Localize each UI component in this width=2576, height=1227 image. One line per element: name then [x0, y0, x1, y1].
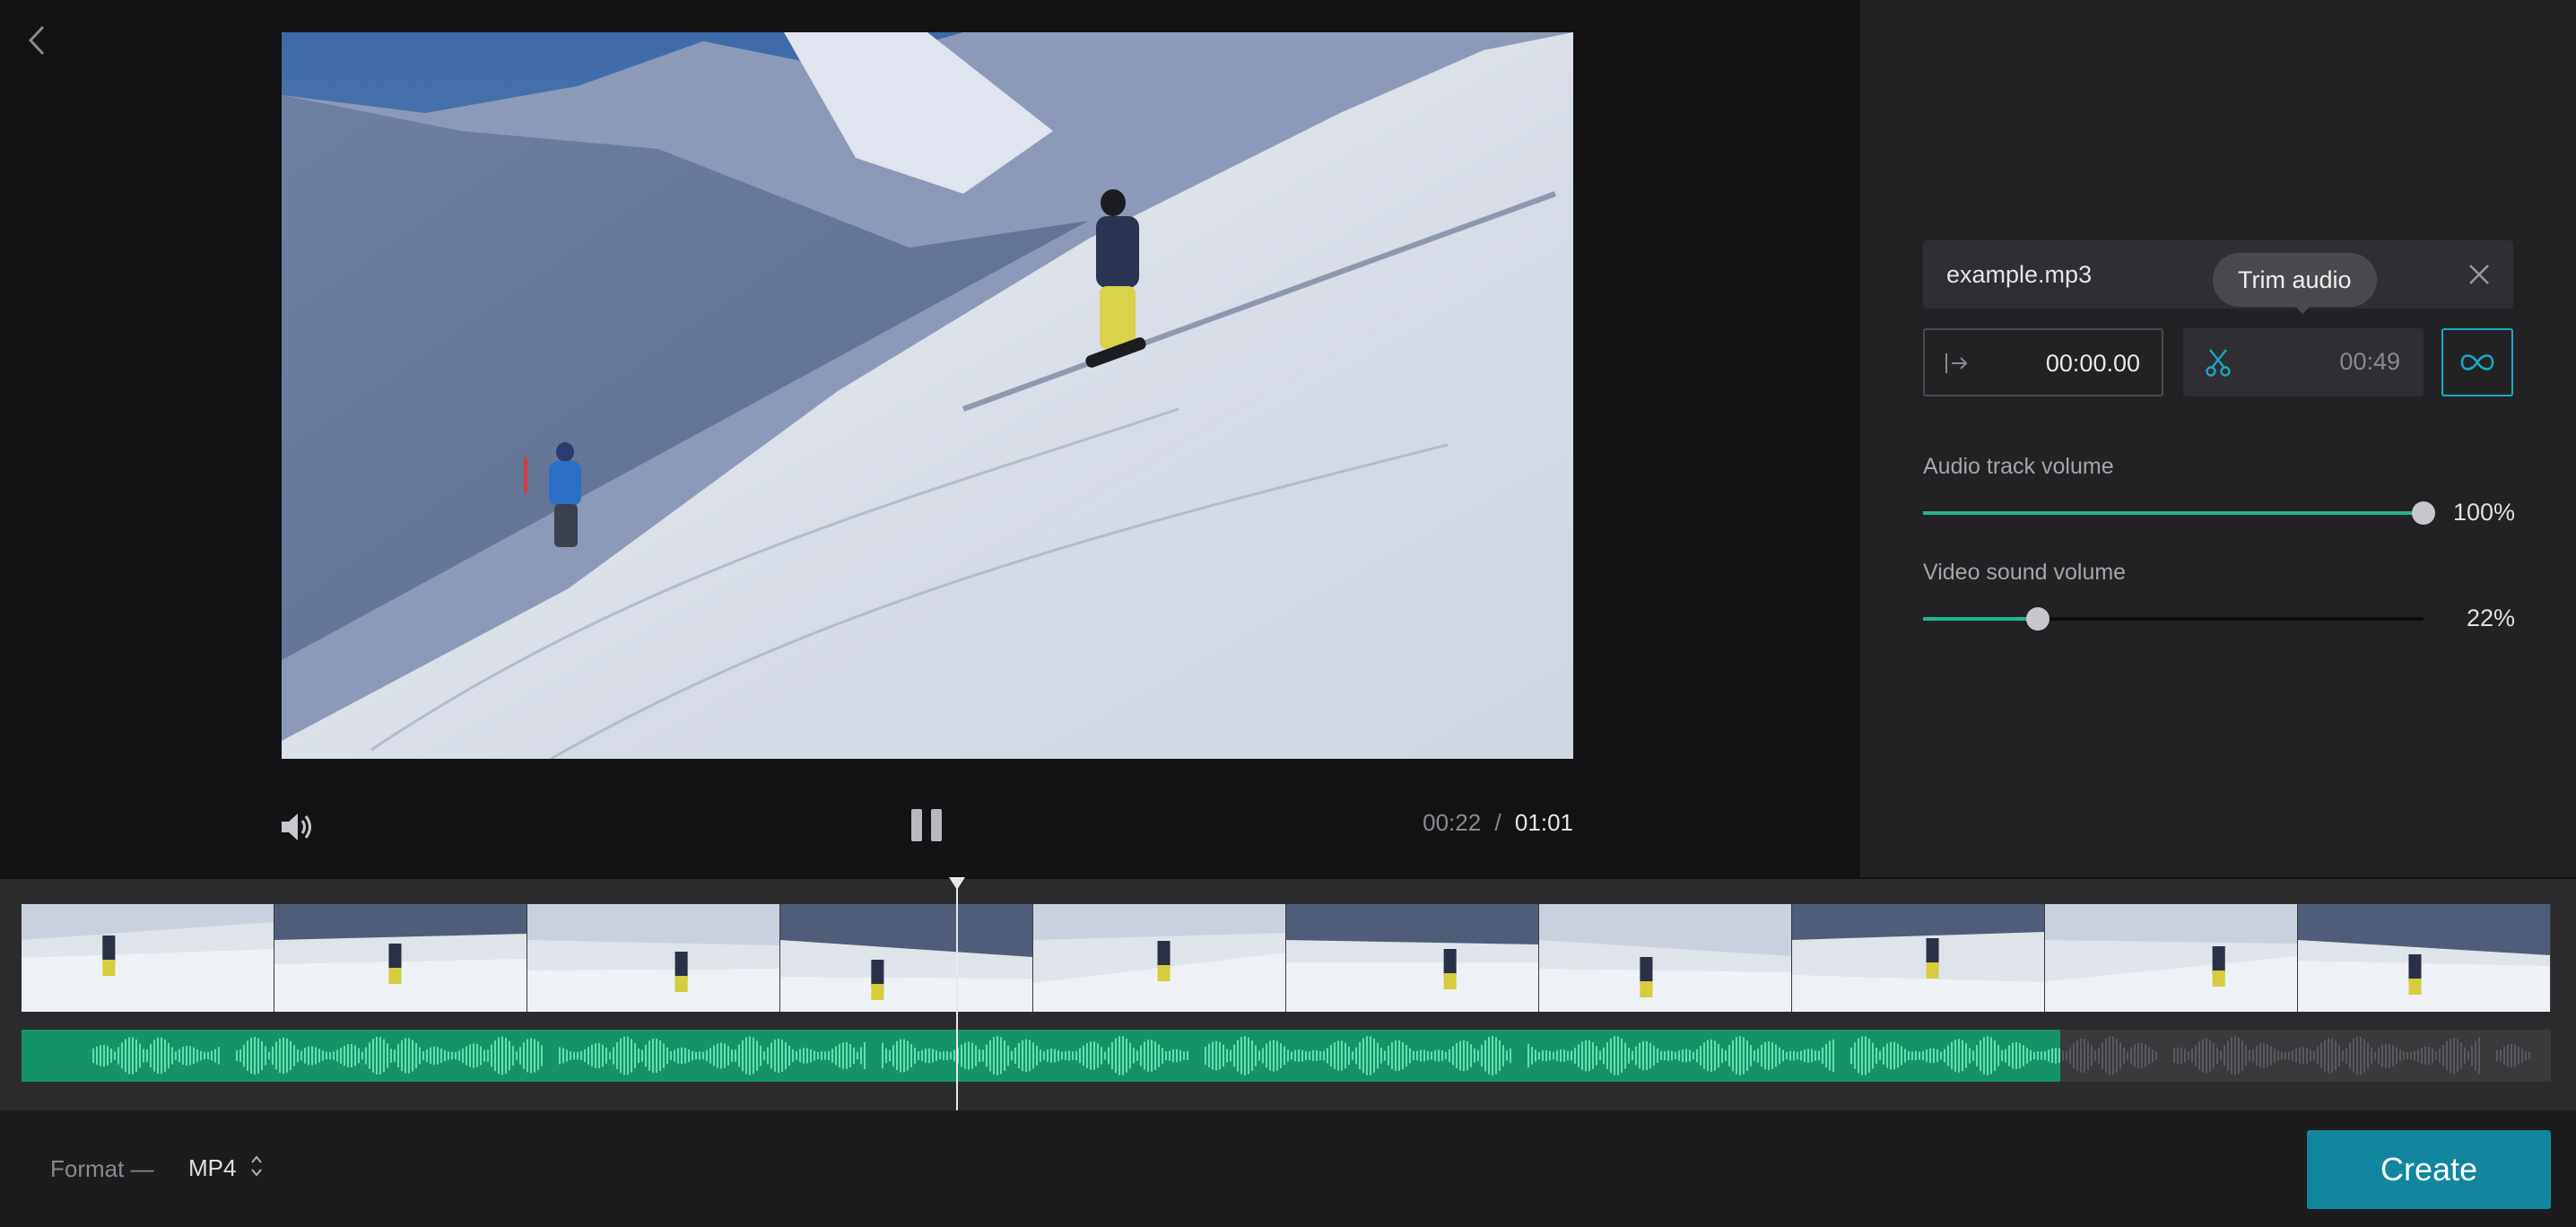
trim-audio-button[interactable]: 00:49 — [2183, 328, 2424, 396]
video-volume-percent: 22% — [2466, 605, 2515, 631]
video-volume-fill — [1923, 617, 2039, 621]
audio-waveform — [92, 1036, 2530, 1075]
speaker-icon[interactable] — [278, 807, 318, 847]
back-chevron-icon[interactable] — [20, 18, 56, 63]
timeline-thumbnail — [2298, 904, 2551, 1012]
scissors-icon — [2205, 348, 2232, 381]
format-label: Format — — [50, 1155, 154, 1182]
timeline-thumbnail — [1033, 904, 1286, 1012]
playhead[interactable] — [956, 879, 959, 1112]
audio-volume-slider[interactable] — [1923, 501, 2435, 525]
audio-volume-percent: 100% — [2452, 499, 2515, 526]
pause-icon[interactable] — [909, 807, 945, 843]
playback-time: 00:22 / 01:01 — [1423, 809, 1573, 837]
time-separator: / — [1494, 809, 1501, 836]
video-volume-slider[interactable] — [1923, 607, 2424, 631]
video-volume-label: Video sound volume — [1923, 560, 2127, 585]
audio-settings-panel — [1860, 0, 2576, 877]
playhead-handle[interactable] — [949, 877, 966, 890]
timeline-thumbnail — [1539, 904, 1792, 1012]
total-time: 01:01 — [1514, 809, 1573, 836]
video-film-strip[interactable] — [22, 904, 2551, 1012]
trim-audio-tooltip: Trim audio — [2213, 253, 2377, 307]
loop-icon[interactable] — [2441, 328, 2513, 396]
audio-waveform-track[interactable] — [22, 1030, 2551, 1082]
timeline-thumbnail — [2045, 904, 2298, 1012]
audio-volume-fill — [1923, 511, 2424, 515]
video-preview[interactable] — [282, 32, 1573, 759]
timeline-thumbnail — [1286, 904, 1539, 1012]
timeline-thumbnail — [527, 904, 780, 1012]
trim-start-icon — [1943, 350, 1970, 381]
format-value: MP4 — [188, 1153, 237, 1181]
trim-end-time: 00:49 — [2339, 348, 2400, 375]
create-button[interactable]: Create — [2307, 1130, 2551, 1209]
audio-volume-label: Audio track volume — [1923, 454, 2114, 479]
timeline-thumbnail — [1792, 904, 2045, 1012]
tooltip-arrow — [2293, 305, 2311, 314]
audio-start-time-field[interactable]: 00:00.00 — [1923, 328, 2163, 396]
sort-arrows-icon — [250, 1153, 263, 1183]
audio-volume-handle[interactable] — [2412, 501, 2435, 525]
current-time: 00:22 — [1423, 809, 1482, 836]
footer-bar — [0, 1110, 2576, 1227]
timeline-thumbnail — [780, 904, 1033, 1012]
close-icon[interactable] — [2465, 260, 2493, 289]
timeline-thumbnail — [274, 904, 527, 1012]
audio-start-time-value: 00:00.00 — [2045, 350, 2140, 377]
timeline-thumbnail — [22, 904, 274, 1012]
format-select[interactable]: MP4 — [188, 1152, 263, 1184]
audio-file-name: example.mp3 — [1946, 261, 2093, 288]
